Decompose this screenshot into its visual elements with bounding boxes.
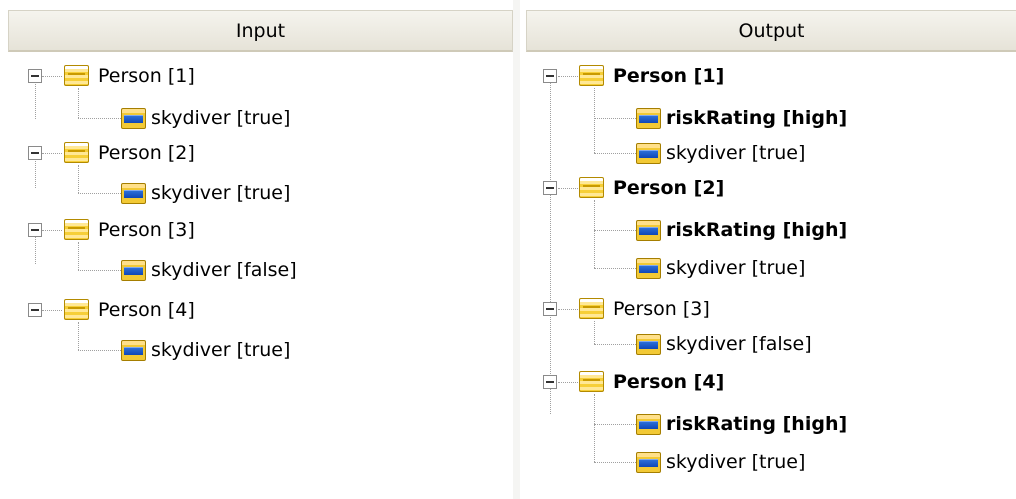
tree-line [78,242,79,270]
tree-line [78,193,123,194]
tree-line [558,76,578,77]
tree-line [594,153,640,154]
attribute-icon [636,143,661,164]
object-folder-icon [579,371,604,392]
tree-line [594,462,640,463]
input-panel: Input Person [1] skydiver [true] Person … [0,0,513,499]
object-folder-icon [579,65,604,86]
collapse-icon[interactable] [543,69,557,83]
tree-line [42,153,62,154]
attribute-icon [636,334,661,355]
attribute-icon [636,108,661,129]
collapse-icon[interactable] [28,303,42,317]
input-column-header[interactable]: Input [8,10,513,52]
tree-line [42,230,62,231]
collapse-icon[interactable] [28,223,42,237]
object-folder-icon [579,177,604,198]
tree-line [558,382,578,383]
tree-line [42,310,62,311]
object-folder-icon [64,65,89,86]
tree-line [594,230,640,231]
tree-leaf-label[interactable]: skydiver [true] [666,450,805,474]
tree-node-label[interactable]: Person [1] [613,64,724,88]
tree-node-label[interactable]: Person [2] [613,176,724,200]
tree-line [558,309,578,310]
tree-leaf-label[interactable]: skydiver [true] [151,181,290,205]
splitter[interactable] [513,0,520,499]
attribute-icon [121,260,146,281]
attribute-icon [121,340,146,361]
collapse-icon[interactable] [28,146,42,160]
tree-line [594,118,640,119]
tree-line [594,344,640,345]
tree-leaf-label[interactable]: skydiver [true] [666,256,805,280]
tree-node-label[interactable]: Person [1] [98,64,195,88]
tree-line [78,165,79,193]
tree-node-label[interactable]: Person [3] [98,218,195,242]
tree-line [78,350,123,351]
attribute-icon [636,220,661,241]
tree-line [78,322,79,350]
tree-node-label[interactable]: Person [4] [613,370,724,394]
tree-node-label[interactable]: Person [4] [98,298,195,322]
tree-line [550,82,551,414]
tree-node-label[interactable]: Person [3] [613,297,710,321]
object-folder-icon [64,299,89,320]
tree-leaf-label[interactable]: skydiver [true] [151,338,290,362]
tree-line [594,268,640,269]
collapse-icon[interactable] [543,181,557,195]
tree-line [78,88,79,118]
tree-line [78,118,123,119]
tree-line [594,321,595,344]
object-folder-icon [64,219,89,240]
tree-leaf-label[interactable]: skydiver [true] [666,141,805,165]
tree-line [42,76,62,77]
tree-line [594,88,595,153]
attribute-icon [121,108,146,129]
collapse-icon[interactable] [28,69,42,83]
tree-leaf-label[interactable]: skydiver [false] [666,332,812,356]
tree-line [78,270,123,271]
tree-line [35,82,36,119]
output-panel: Output Person [1] riskRating [high] skyd… [520,0,1016,499]
object-folder-icon [579,298,604,319]
attribute-icon [636,452,661,473]
tree-node-label[interactable]: Person [2] [98,141,195,165]
tree-leaf-label[interactable]: skydiver [true] [151,106,290,130]
tree-line [594,200,595,268]
attribute-icon [121,183,146,204]
object-folder-icon [64,142,89,163]
tree-line [594,424,640,425]
attribute-icon [636,258,661,279]
collapse-icon[interactable] [543,375,557,389]
comparison-view: Input Person [1] skydiver [true] Person … [0,0,1016,499]
output-column-header[interactable]: Output [526,10,1016,52]
attribute-icon [636,414,661,435]
tree-line [594,394,595,462]
tree-line [558,188,578,189]
tree-leaf-label[interactable]: riskRating [high] [666,218,847,242]
collapse-icon[interactable] [543,302,557,316]
tree-leaf-label[interactable]: riskRating [high] [666,106,847,130]
tree-leaf-label[interactable]: skydiver [false] [151,258,297,282]
tree-leaf-label[interactable]: riskRating [high] [666,412,847,436]
